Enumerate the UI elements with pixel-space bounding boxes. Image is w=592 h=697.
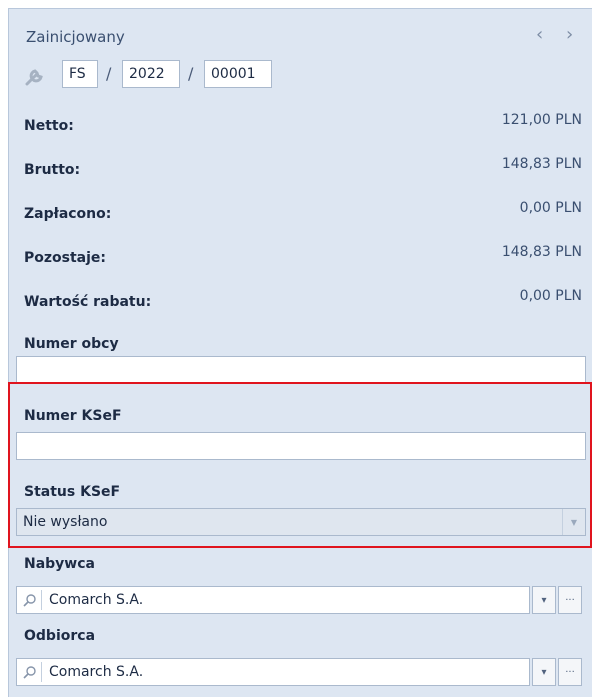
number-separator: / bbox=[188, 64, 194, 83]
nabywca-lookup[interactable]: Comarch S.A. bbox=[16, 586, 530, 614]
number-separator: / bbox=[106, 64, 112, 83]
status-ksef-label: Status KSeF bbox=[24, 484, 121, 500]
odbiorca-lookup[interactable]: Comarch S.A. bbox=[16, 658, 530, 686]
numer-obcy-input[interactable] bbox=[16, 356, 586, 384]
nabywca-label: Nabywca bbox=[24, 556, 95, 572]
brutto-label: Brutto: bbox=[24, 162, 81, 178]
numer-obcy-label: Numer obcy bbox=[24, 336, 119, 352]
netto-value: 121,00 PLN bbox=[501, 112, 582, 128]
document-year-field[interactable]: 2022 bbox=[122, 60, 180, 88]
field-divider bbox=[41, 662, 42, 682]
netto-label: Netto: bbox=[24, 118, 74, 134]
pozostaje-label: Pozostaje: bbox=[24, 250, 107, 266]
wartosc-rabatu-value: 0,00 PLN bbox=[519, 288, 582, 304]
numer-ksef-label: Numer KSeF bbox=[24, 408, 122, 424]
next-arrow-icon[interactable]: › bbox=[566, 24, 573, 45]
zaplacono-value: 0,00 PLN bbox=[519, 200, 582, 216]
wartosc-rabatu-label: Wartość rabatu: bbox=[24, 294, 152, 310]
odbiorca-dropdown-button[interactable]: ▾ bbox=[532, 658, 556, 686]
previous-arrow-icon[interactable]: ‹ bbox=[536, 24, 543, 45]
wrench-icon[interactable] bbox=[24, 66, 46, 86]
status-ksef-value: Nie wysłano bbox=[23, 514, 108, 530]
odbiorca-value: Comarch S.A. bbox=[49, 664, 144, 680]
pozostaje-value: 148,83 PLN bbox=[501, 244, 582, 260]
nabywca-more-button[interactable]: ··· bbox=[558, 586, 582, 614]
search-icon[interactable] bbox=[22, 664, 38, 680]
document-status: Zainicjowany bbox=[26, 28, 125, 46]
status-ksef-select[interactable]: Nie wysłano ▼ bbox=[16, 508, 586, 536]
chevron-down-icon[interactable]: ▼ bbox=[562, 509, 585, 535]
zaplacono-label: Zapłacono: bbox=[24, 206, 112, 222]
field-divider bbox=[41, 590, 42, 610]
brutto-value: 148,83 PLN bbox=[501, 156, 582, 172]
document-number-field[interactable]: 00001 bbox=[204, 60, 272, 88]
odbiorca-more-button[interactable]: ··· bbox=[558, 658, 582, 686]
search-icon[interactable] bbox=[22, 592, 38, 608]
document-series-field[interactable]: FS bbox=[62, 60, 98, 88]
odbiorca-label: Odbiorca bbox=[24, 628, 96, 644]
nabywca-dropdown-button[interactable]: ▾ bbox=[532, 586, 556, 614]
nabywca-value: Comarch S.A. bbox=[49, 592, 144, 608]
numer-ksef-input[interactable] bbox=[16, 432, 586, 460]
